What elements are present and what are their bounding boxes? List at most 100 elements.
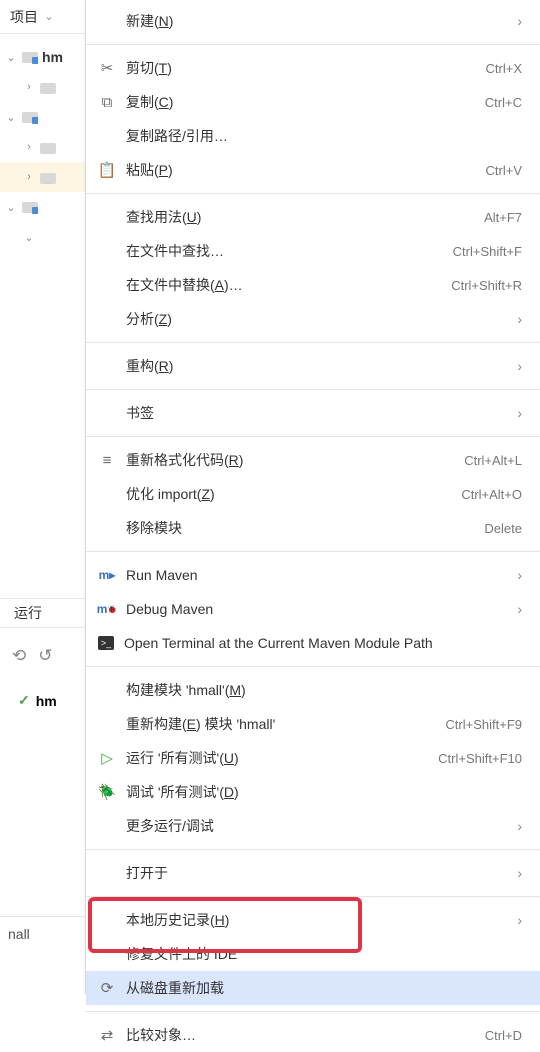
chevron-down-icon: [22, 231, 36, 244]
project-header[interactable]: 项目: [0, 0, 85, 34]
tree-row[interactable]: [0, 192, 85, 222]
step-icon[interactable]: ↺: [38, 646, 52, 666]
menu-label: 比较对象…: [126, 1025, 475, 1045]
menu-label: 运行 '所有测试'(U): [126, 748, 428, 768]
menu-find-usages[interactable]: 查找用法(U) Alt+F7: [86, 200, 540, 234]
menu-rebuild-module[interactable]: 重新构建(E) 模块 'hmall' Ctrl+Shift+F9: [86, 707, 540, 741]
menu-paste[interactable]: 📋 粘贴(P) Ctrl+V: [86, 153, 540, 187]
menu-label: 在文件中查找…: [126, 241, 443, 261]
menu-refactor[interactable]: 重构(R) ›: [86, 349, 540, 383]
bottom-tab-label: nall: [8, 926, 30, 942]
tree-row[interactable]: [0, 222, 85, 252]
menu-label: 复制路径/引用…: [126, 126, 522, 146]
menu-analyze[interactable]: 分析(Z) ›: [86, 302, 540, 336]
menu-replace-in-files[interactable]: 在文件中替换(A)… Ctrl+Shift+R: [86, 268, 540, 302]
menu-label: 书签: [126, 403, 507, 423]
shortcut: Ctrl+V: [486, 163, 522, 178]
run-label: 运行: [14, 603, 42, 623]
shortcut: Ctrl+Shift+F: [453, 244, 522, 259]
menu-separator: [86, 342, 540, 343]
menu-open-in[interactable]: 打开于 ›: [86, 856, 540, 890]
chevron-down-icon: [4, 201, 18, 214]
menu-label: 新建(N): [126, 11, 507, 31]
menu-optimize-imports[interactable]: 优化 import(Z) Ctrl+Alt+O: [86, 477, 540, 511]
menu-remove-module[interactable]: 移除模块 Delete: [86, 511, 540, 545]
cut-icon: ✂: [98, 59, 116, 77]
menu-reload-from-disk[interactable]: ⟳ 从磁盘重新加载: [86, 971, 540, 1005]
toolbar: ⟲ ↺: [12, 646, 53, 666]
shortcut: Ctrl+D: [485, 1028, 522, 1043]
menu-copy[interactable]: ⧉ 复制(C) Ctrl+C: [86, 85, 540, 119]
menu-compare-with[interactable]: ⇄ 比较对象… Ctrl+D: [86, 1018, 540, 1052]
menu-more-run[interactable]: 更多运行/调试 ›: [86, 809, 540, 843]
shortcut: Alt+F7: [484, 210, 522, 225]
folder-icon: [40, 170, 56, 184]
diff-icon: ⇄: [98, 1026, 116, 1044]
menu-reformat-code[interactable]: ≡ 重新格式化代码(R) Ctrl+Alt+L: [86, 443, 540, 477]
menu-debug-tests[interactable]: 🪲 调试 '所有测试'(D): [86, 775, 540, 809]
submenu-arrow-icon: ›: [517, 818, 522, 834]
menu-repair-ide[interactable]: 修复文件上的 IDE: [86, 937, 540, 971]
submenu-arrow-icon: ›: [517, 13, 522, 29]
menu-run-tests[interactable]: ▷ 运行 '所有测试'(U) Ctrl+Shift+F10: [86, 741, 540, 775]
project-tree[interactable]: hm: [0, 34, 85, 252]
menu-label: 重构(R): [126, 356, 507, 376]
run-tool-header[interactable]: 运行: [0, 598, 86, 628]
tree-label: hm: [42, 49, 63, 65]
menu-label: 在文件中替换(A)…: [126, 275, 441, 295]
menu-build-module[interactable]: 构建模块 'hmall'(M): [86, 673, 540, 707]
menu-cut[interactable]: ✂ 剪切(T) Ctrl+X: [86, 51, 540, 85]
folder-icon: [22, 200, 38, 214]
run-icon: ▷: [98, 749, 116, 767]
menu-label: 构建模块 'hmall'(M): [126, 680, 522, 700]
submenu-arrow-icon: ›: [517, 311, 522, 327]
menu-separator: [86, 193, 540, 194]
menu-new[interactable]: 新建(N) ›: [86, 4, 540, 38]
menu-open-terminal-maven[interactable]: >_ Open Terminal at the Current Maven Mo…: [86, 626, 540, 660]
menu-label: 优化 import(Z): [126, 484, 451, 504]
maven-debug-icon: m🐞: [98, 602, 116, 616]
shortcut: Ctrl+Shift+F9: [445, 717, 522, 732]
tree-row[interactable]: [0, 72, 85, 102]
project-label: 项目: [10, 7, 38, 27]
menu-debug-maven[interactable]: m🐞 Debug Maven ›: [86, 592, 540, 626]
shortcut: Ctrl+X: [486, 61, 522, 76]
shortcut: Ctrl+Shift+R: [451, 278, 522, 293]
chevron-down-icon: [42, 10, 56, 23]
shortcut: Ctrl+Alt+L: [464, 453, 522, 468]
copy-icon: ⧉: [98, 94, 116, 111]
chevron-right-icon: [22, 171, 36, 183]
menu-separator: [86, 896, 540, 897]
submenu-arrow-icon: ›: [517, 865, 522, 881]
chevron-down-icon: [4, 111, 18, 124]
chevron-down-icon: [4, 51, 18, 64]
context-menu: 新建(N) › ✂ 剪切(T) Ctrl+X ⧉ 复制(C) Ctrl+C 复制…: [86, 0, 540, 994]
run-item[interactable]: ✓ hm: [18, 692, 57, 709]
menu-run-maven[interactable]: m▶ Run Maven ›: [86, 558, 540, 592]
folder-icon: [22, 110, 38, 124]
chevron-right-icon: [22, 141, 36, 153]
menu-local-history[interactable]: 本地历史记录(H) ›: [86, 903, 540, 937]
menu-label: Run Maven: [126, 567, 507, 583]
tree-row[interactable]: [0, 132, 85, 162]
menu-label: 分析(Z): [126, 309, 507, 329]
rerun-icon[interactable]: ⟲: [12, 646, 26, 666]
menu-label: 调试 '所有测试'(D): [126, 782, 522, 802]
reformat-icon: ≡: [98, 452, 116, 469]
paste-icon: 📋: [98, 161, 116, 179]
menu-label: 粘贴(P): [126, 160, 476, 180]
menu-label: 剪切(T): [126, 58, 476, 78]
check-icon: ✓: [18, 692, 30, 709]
menu-bookmarks[interactable]: 书签 ›: [86, 396, 540, 430]
menu-label: 修复文件上的 IDE: [126, 944, 522, 964]
menu-find-in-files[interactable]: 在文件中查找… Ctrl+Shift+F: [86, 234, 540, 268]
tree-row[interactable]: [0, 162, 85, 192]
terminal-icon: >_: [98, 636, 114, 650]
menu-label: 本地历史记录(H): [126, 910, 507, 930]
project-tool-window: 项目 hm: [0, 0, 86, 994]
tree-row[interactable]: hm: [0, 42, 85, 72]
shortcut: Delete: [484, 521, 522, 536]
menu-copy-path[interactable]: 复制路径/引用…: [86, 119, 540, 153]
bottom-tab[interactable]: nall: [0, 916, 86, 950]
tree-row[interactable]: [0, 102, 85, 132]
